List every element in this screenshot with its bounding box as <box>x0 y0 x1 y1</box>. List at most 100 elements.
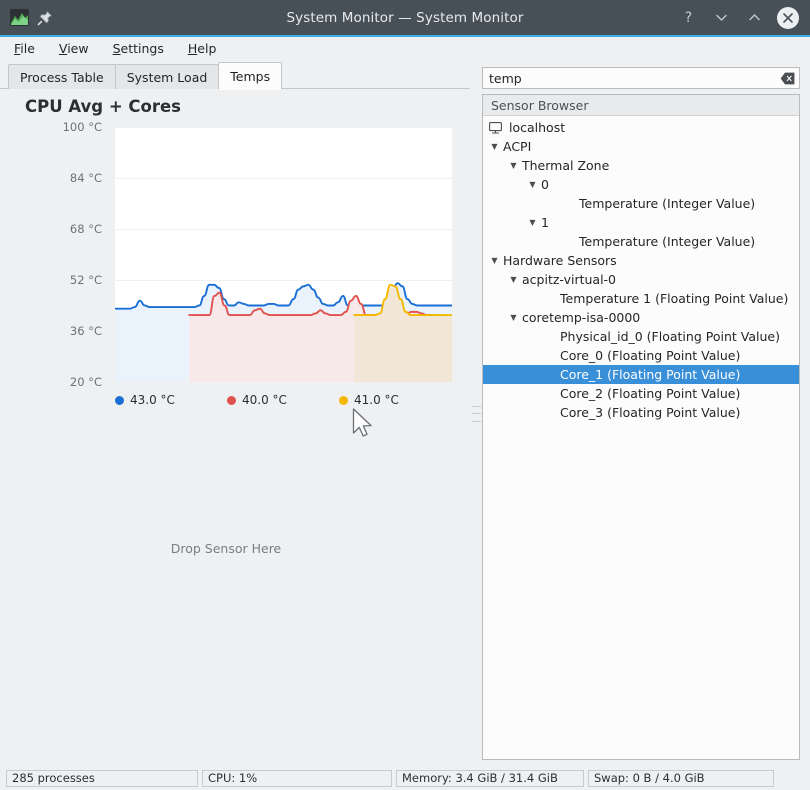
sensor-tree-item-label: Core_1 (Floating Point Value) <box>560 367 741 382</box>
sensor-tree-item[interactable]: ▼ Thermal Zone <box>483 156 799 175</box>
legend-color-dot <box>339 395 348 405</box>
legend-value-label: 41.0 °C <box>354 393 399 407</box>
menu-help[interactable]: Help <box>188 41 217 56</box>
tab-temps[interactable]: Temps <box>218 62 283 90</box>
triangle-down-icon[interactable]: ▼ <box>508 275 519 284</box>
sensor-tree-item[interactable]: ▼ 0 <box>483 175 799 194</box>
menu-help-mnemonic: H <box>187 41 198 56</box>
chart-plot-area[interactable] <box>115 127 452 382</box>
menu-settings[interactable]: Settings <box>113 41 164 56</box>
triangle-down-icon[interactable]: ▼ <box>508 161 519 170</box>
tabbar: Process Table System Load Temps <box>0 61 470 90</box>
titlebar-left-icons <box>0 9 53 26</box>
chart-legend-item[interactable]: 43.0 °C <box>115 390 227 410</box>
chart-legend: 43.0 °C 40.0 °C 41.0 °C <box>115 390 452 410</box>
menu-settings-mnemonic: S <box>112 41 121 56</box>
search-input[interactable]: temp <box>482 67 800 89</box>
sensor-browser-header: Sensor Browser <box>483 95 799 116</box>
sensor-tree-item[interactable]: ▼ ACPI <box>483 137 799 156</box>
close-icon[interactable] <box>777 6 799 29</box>
sensor-tree-item-label: Temperature (Integer Value) <box>579 196 756 211</box>
temps-chart-pane: CPU Avg + Cores 100 °C 84 °C 68 °C 52 °C 36 … <box>0 89 470 766</box>
y-axis-tick-label: 20 °C <box>69 375 102 389</box>
triangle-down-icon[interactable]: ▼ <box>489 256 500 265</box>
status-swap: Swap: 0 B / 4.0 GiB <box>588 769 774 787</box>
pane-splitter[interactable] <box>470 61 482 766</box>
triangle-down-icon[interactable]: ▼ <box>508 313 519 322</box>
sensor-tree-item-label: Temperature (Integer Value) <box>579 234 756 249</box>
chart-app-icon <box>10 9 29 26</box>
sensor-tree-item[interactable]: ▼ coretemp-isa-0000 <box>483 308 799 327</box>
help-button[interactable]: ? <box>678 8 698 28</box>
monitor-icon <box>489 121 504 134</box>
sensor-tree-item[interactable]: Temperature (Integer Value) <box>483 232 799 251</box>
legend-color-dot <box>115 395 124 405</box>
y-axis-tick-label: 68 °C <box>69 222 102 236</box>
y-axis-labels: 100 °C 84 °C 68 °C 52 °C 36 °C 20 °C <box>0 119 110 389</box>
search-input-value: temp <box>489 70 522 86</box>
sensor-tree-item[interactable]: localhost <box>483 118 799 137</box>
menu-view-rest: iew <box>67 41 89 56</box>
y-axis-tick-label: 84 °C <box>69 171 102 185</box>
sensor-tree-item[interactable]: ▼ 1 <box>483 213 799 232</box>
menubar: File View Settings Help <box>0 36 810 61</box>
titlebar-buttons: ? <box>678 6 810 29</box>
tab-temps-label: Temps <box>230 68 271 84</box>
y-axis-tick-label: 36 °C <box>69 324 102 338</box>
triangle-down-icon[interactable]: ▼ <box>489 142 500 151</box>
sensor-tree-item-label: ACPI <box>503 139 532 154</box>
pin-icon[interactable] <box>37 10 53 26</box>
sensor-browser-pane: temp Sensor Browser localhost ▼ ACPI ▼ Therm… <box>482 61 810 766</box>
menu-view-mnemonic: V <box>58 41 68 56</box>
chart-title: CPU Avg + Cores <box>25 97 182 116</box>
sensor-tree-item-label: Core_2 (Floating Point Value) <box>560 386 741 401</box>
sensor-tree-item[interactable]: ▼ acpitz-virtual-0 <box>483 270 799 289</box>
chart-legend-item[interactable]: 40.0 °C <box>227 390 339 410</box>
tab-process-table-label: Process Table <box>20 69 104 85</box>
chevron-down-icon[interactable] <box>711 8 731 28</box>
sensor-tree-item-label: coretemp-isa-0000 <box>522 310 641 325</box>
chart-plot-wrapper: 100 °C 84 °C 68 °C 52 °C 36 °C 20 °C 43.0 °C 4… <box>0 119 470 509</box>
sensor-tree-item[interactable]: Core_2 (Floating Point Value) <box>483 384 799 403</box>
left-pane: Process Table System Load Temps CPU Avg … <box>0 61 470 766</box>
main-body: Process Table System Load Temps CPU Avg … <box>0 61 810 766</box>
chart-legend-item[interactable]: 41.0 °C <box>339 390 451 410</box>
system-monitor-window: System Monitor — System Monitor ? File V… <box>0 0 810 790</box>
sensor-tree-item-label: Core_0 (Floating Point Value) <box>560 348 741 363</box>
sensor-tree[interactable]: localhost ▼ ACPI ▼ Thermal Zone ▼ 0 Temperature… <box>483 116 799 759</box>
sensor-tree-item[interactable]: Core_3 (Floating Point Value) <box>483 403 799 422</box>
splitter-grip-icon <box>471 405 481 422</box>
legend-value-label: 40.0 °C <box>242 393 287 407</box>
drop-sensor-hint: Drop Sensor Here <box>170 541 282 556</box>
sensor-tree-item[interactable]: Core_0 (Floating Point Value) <box>483 346 799 365</box>
sensor-tree-item[interactable]: ▼ Hardware Sensors <box>483 251 799 270</box>
triangle-down-icon[interactable]: ▼ <box>527 218 538 227</box>
sensor-tree-item-label: 1 <box>541 215 549 230</box>
tab-system-load[interactable]: System Load <box>114 64 220 89</box>
status-cpu: CPU: 1% <box>202 769 392 787</box>
sensor-tree-item[interactable]: Temperature 1 (Floating Point Value) <box>483 289 799 308</box>
sensor-tree-item-label: localhost <box>509 120 566 135</box>
triangle-down-icon[interactable]: ▼ <box>527 180 538 189</box>
menu-file[interactable]: File <box>14 41 35 56</box>
sensor-tree-item-label: Temperature 1 (Floating Point Value) <box>560 291 789 306</box>
sensor-tree-item-label: acpitz-virtual-0 <box>522 272 617 287</box>
menu-file-rest: ile <box>20 41 35 56</box>
sensor-tree-item[interactable]: Temperature (Integer Value) <box>483 194 799 213</box>
statusbar: 285 processes CPU: 1% Memory: 3.4 GiB / … <box>0 766 810 790</box>
menu-help-rest: elp <box>197 41 217 56</box>
menu-view[interactable]: View <box>59 41 89 56</box>
y-axis-tick-label: 100 °C <box>62 120 102 134</box>
clear-text-icon[interactable] <box>780 71 795 85</box>
tab-process-table[interactable]: Process Table <box>8 64 116 89</box>
sensor-browser-frame: Sensor Browser localhost ▼ ACPI ▼ Thermal Zo… <box>482 94 800 760</box>
search-row: temp <box>482 61 800 94</box>
sensor-tree-item-label: Hardware Sensors <box>503 253 617 268</box>
sensor-tree-item[interactable]: Core_1 (Floating Point Value) <box>483 365 799 384</box>
chevron-up-icon[interactable] <box>744 8 764 28</box>
chart-series-svg <box>115 282 452 382</box>
tab-system-load-label: System Load <box>126 69 208 85</box>
sensor-tree-item[interactable]: Physical_id_0 (Floating Point Value) <box>483 327 799 346</box>
menu-settings-rest: ettings <box>120 41 164 56</box>
sensor-tree-item-label: Physical_id_0 (Floating Point Value) <box>560 329 780 344</box>
